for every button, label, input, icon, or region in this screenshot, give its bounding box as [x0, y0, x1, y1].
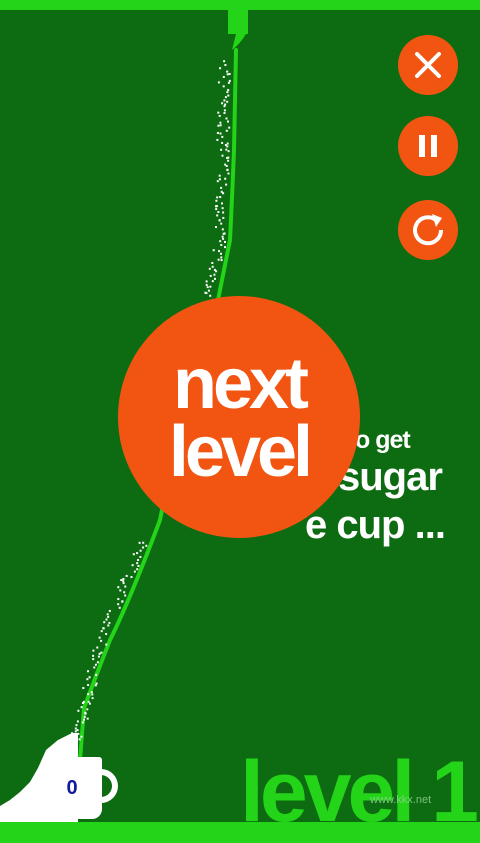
close-icon [415, 52, 441, 78]
game-screen: o get sugar e cup ... next level 0 level… [0, 0, 480, 843]
sugar-dispenser [228, 10, 248, 50]
level-title: level 1 [240, 744, 479, 840]
restart-button[interactable] [398, 200, 458, 260]
cup-sugar-count: 0 [66, 777, 78, 799]
cup: 0 [42, 757, 102, 819]
next-level-label-2: level [168, 412, 313, 492]
next-level-label-1: next [172, 344, 309, 424]
pause-icon [419, 135, 437, 157]
restart-icon [413, 214, 444, 246]
close-button[interactable] [398, 35, 458, 95]
watermark-text: www.kkx.net [370, 794, 432, 806]
next-level-button[interactable]: next level [118, 296, 360, 538]
pause-button[interactable] [398, 116, 458, 176]
hint-line-1: o get [355, 426, 411, 454]
hint-line-3: e cup ... [305, 503, 446, 547]
